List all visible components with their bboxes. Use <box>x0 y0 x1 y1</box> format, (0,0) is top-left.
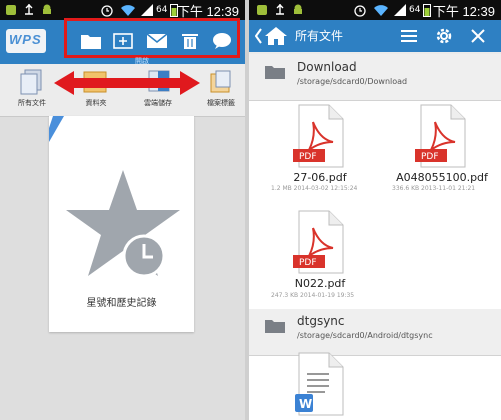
svg-text:W: W <box>299 397 312 411</box>
alarm-icon <box>354 5 366 17</box>
battery-percent: 64 <box>409 5 421 15</box>
folder-path: /storage/sdcard0/Download <box>297 77 408 86</box>
scroll-arrow-annotation <box>54 71 200 95</box>
pdf-file-icon[interactable]: PDF <box>413 104 469 168</box>
wifi-icon <box>121 5 135 16</box>
file-tags-icon[interactable] <box>208 68 234 96</box>
folder-path: /storage/sdcard0/Android/dtgsync <box>297 331 433 340</box>
notification-icon <box>6 5 16 15</box>
pdf-file-icon[interactable]: PDF <box>291 104 347 168</box>
file-meta: 247.3 KB 2014-01-19 19:35 <box>271 292 355 299</box>
page-title: 所有文件 <box>295 29 344 43</box>
usb-icon <box>25 4 33 15</box>
signal-icon <box>394 4 406 16</box>
folder-name: dtgsync <box>297 314 345 328</box>
signal-icon <box>141 4 153 16</box>
back-home-icon[interactable] <box>255 26 289 46</box>
pdf-badge: PDF <box>299 152 317 162</box>
notification-icon <box>257 5 267 15</box>
all-documents-icon[interactable] <box>18 68 44 96</box>
list-view-icon[interactable] <box>400 28 418 44</box>
pdf-badge: PDF <box>421 152 439 162</box>
toolbar-highlight-box <box>64 18 240 58</box>
category-file-tags[interactable]: 檔案標籤 <box>191 98 251 108</box>
file-meta: 1.2 MB 2014-03-02 12:15:24 <box>271 185 358 192</box>
alarm-icon <box>101 5 113 17</box>
status-bar-left: 64 下午 12:39 <box>0 0 245 20</box>
text-file-icon[interactable]: W <box>291 352 347 416</box>
star-icon <box>66 170 180 278</box>
file-name[interactable]: N022.pdf <box>270 277 370 290</box>
gear-icon[interactable] <box>434 26 454 46</box>
file-name[interactable]: A048055100.pdf <box>392 171 492 184</box>
battery-icon <box>423 4 431 17</box>
folder-name: Download <box>297 60 357 74</box>
close-icon[interactable] <box>470 28 486 44</box>
usb-icon <box>276 4 284 15</box>
status-bar-right: 64 下午 12:39 <box>249 0 501 20</box>
category-all-documents[interactable]: 所有文件 <box>2 98 62 108</box>
file-name[interactable]: 27-06.pdf <box>270 171 370 184</box>
starred-history-label: 星號和歷史記錄 <box>86 298 157 309</box>
status-time: 下午 12:39 <box>432 4 495 19</box>
watermark <box>420 380 500 420</box>
android-icon <box>43 4 51 14</box>
file-meta: 336.6 KB 2013-11-01 21:21 <box>392 185 476 192</box>
folder-icon <box>265 66 285 79</box>
battery-percent: 64 <box>156 5 168 15</box>
wps-logo[interactable]: WPS <box>6 29 46 53</box>
folder-icon <box>265 320 285 333</box>
card-corner-ribbon <box>49 116 64 142</box>
pdf-file-icon[interactable]: PDF <box>291 210 347 274</box>
category-cloud-storage[interactable]: 雲端儲存 <box>128 98 188 108</box>
android-icon <box>294 4 302 14</box>
wifi-icon <box>374 5 388 16</box>
pdf-badge: PDF <box>299 258 317 268</box>
category-folders[interactable]: 資料夾 <box>66 98 126 108</box>
